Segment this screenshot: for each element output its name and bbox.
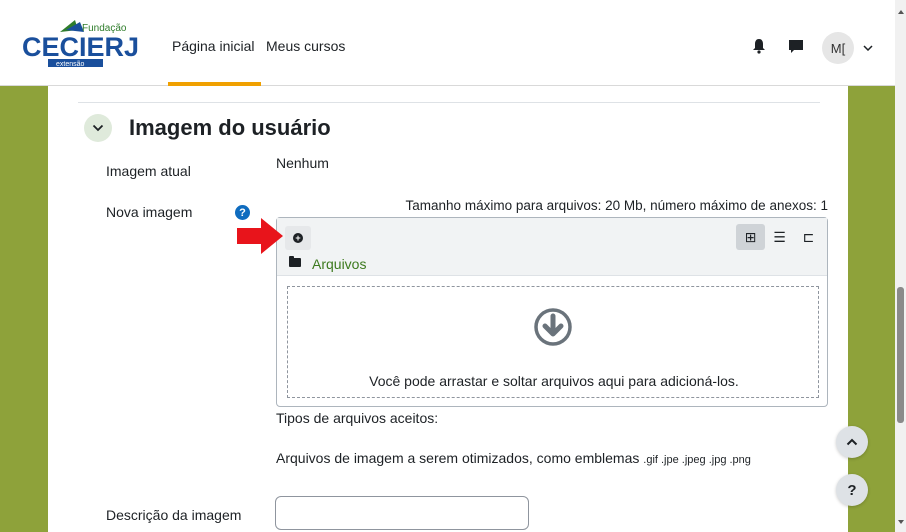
nav-my-courses-link[interactable]: Meus cursos [266, 38, 345, 54]
list-view-icon[interactable]: ☰ [765, 224, 794, 250]
image-description-input[interactable] [275, 496, 529, 530]
tree-view-icon[interactable]: ⊏ [794, 224, 823, 250]
back-to-top-button[interactable] [836, 426, 868, 458]
current-image-label: Imagem atual [106, 163, 191, 179]
current-image-value: Nenhum [276, 155, 329, 171]
file-manager-toolbar: + ⊞ ☰ ⊏ [277, 218, 827, 252]
add-file-button[interactable]: + [285, 226, 311, 250]
image-description-label: Descrição da imagem [106, 507, 242, 523]
file-manager-path: Arquivos [277, 252, 827, 276]
scroll-up-icon[interactable] [898, 10, 904, 14]
folder-icon [289, 256, 301, 267]
download-arrow-icon [534, 308, 572, 346]
nav-home-link[interactable]: Página inicial [172, 38, 255, 54]
accepted-types-desc: Arquivos de imagem a serem otimizados, c… [276, 450, 640, 466]
grid-view-icon[interactable]: ⊞ [736, 224, 765, 250]
scrollbar-thumb[interactable] [897, 287, 904, 423]
view-switcher: ⊞ ☰ ⊏ [736, 224, 823, 250]
section-title: Imagem do usuário [129, 115, 331, 140]
accepted-types-ext: .gif .jpe .jpeg .jpg .png [643, 454, 751, 466]
user-avatar[interactable]: M[ [822, 32, 854, 64]
svg-text:CECIERJ: CECIERJ [22, 32, 139, 62]
cecierj-logo[interactable]: Fundação CECIERJ extensão [20, 18, 140, 68]
messages-chat-icon[interactable] [786, 36, 806, 56]
red-arrow-annotation [237, 218, 283, 254]
main-content-panel: Imagem do usuário Imagem atual Nenhum No… [48, 86, 848, 532]
max-file-info: Tamanho máximo para arquivos: 20 Mb, núm… [405, 198, 828, 213]
plus-icon: + [293, 233, 303, 243]
file-manager: + ⊞ ☰ ⊏ Arquivos Você pode arrastar e so… [276, 217, 828, 407]
page-scrollbar[interactable] [895, 0, 906, 532]
top-navbar: Fundação CECIERJ extensão Página inicial… [0, 0, 895, 86]
section-divider [78, 102, 820, 103]
notifications-bell-icon[interactable] [749, 36, 769, 56]
section-collapse-button[interactable] [84, 114, 112, 142]
scroll-down-icon[interactable] [898, 520, 904, 524]
accepted-types-label: Tipos de arquivos aceitos: [276, 410, 439, 426]
accepted-types-value: Arquivos de imagem a serem otimizados, c… [276, 450, 751, 466]
chevron-down-icon[interactable] [862, 38, 874, 58]
chevron-up-icon [846, 438, 858, 446]
dropzone-text: Você pode arrastar e soltar arquivos aqu… [369, 373, 739, 389]
chevron-down-icon [92, 124, 104, 132]
help-button[interactable]: ? [836, 474, 868, 506]
folder-link-arquivos[interactable]: Arquivos [312, 256, 366, 272]
new-image-label: Nova imagem [106, 204, 193, 220]
file-dropzone[interactable]: Você pode arrastar e soltar arquivos aqu… [287, 286, 819, 398]
svg-text:extensão: extensão [56, 61, 85, 68]
